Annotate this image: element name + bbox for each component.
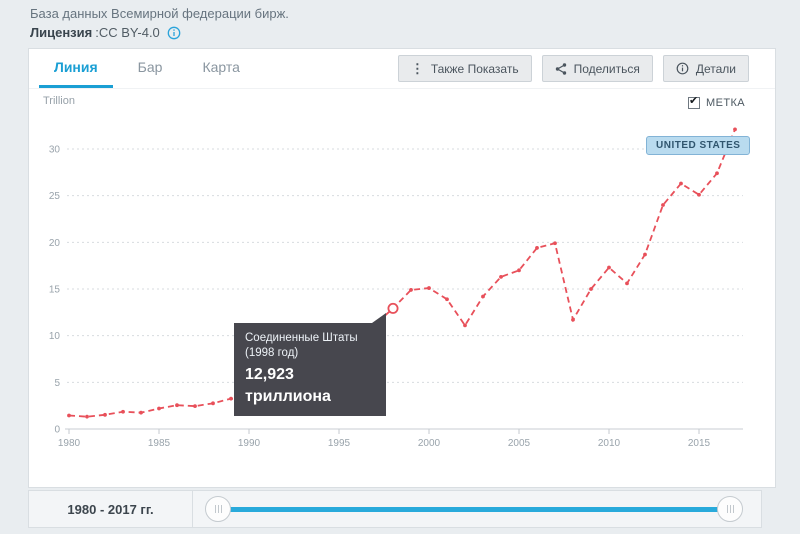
data-point-1980: [67, 413, 71, 418]
tooltip-year: (1998 год): [245, 347, 299, 359]
license-value: :CC BY-4.0: [95, 25, 160, 40]
chart-panel: Линия Бар Карта ⋮ Также Показать Поделит…: [28, 48, 776, 488]
data-point-2011: [625, 281, 629, 286]
data-point-2006: [535, 246, 539, 250]
tab-bar: Линия Бар Карта ⋮ Также Показать Поделит…: [29, 49, 775, 89]
data-point-2009: [589, 287, 593, 291]
data-point-2015: [697, 192, 701, 197]
share-button[interactable]: Поделиться: [541, 55, 653, 82]
details-button[interactable]: Детали: [662, 55, 749, 82]
tooltip-value: 12,923: [245, 366, 294, 383]
x-tick-label: 1990: [238, 438, 261, 449]
y-tick-label: 15: [49, 285, 61, 296]
y-tick-label: 30: [49, 145, 61, 156]
y-tick-label: 20: [49, 238, 61, 249]
data-point-1986: [175, 403, 179, 408]
tooltip-country: Соединенные Штаты: [245, 332, 358, 344]
slider-handle-left[interactable]: [205, 496, 231, 522]
tooltip-unit: триллиона: [245, 388, 331, 405]
tab-bar-chart[interactable]: Бар: [123, 49, 178, 88]
also-show-label: Также Показать: [430, 61, 519, 76]
data-point-2007: [553, 241, 557, 246]
x-tick-label: 1985: [148, 438, 171, 449]
data-point-2014: [679, 181, 683, 186]
share-icon: [555, 62, 567, 75]
x-tick-label: 1980: [58, 438, 81, 449]
data-point-2016: [715, 171, 719, 176]
data-point-1982: [103, 412, 107, 417]
details-label: Детали: [695, 61, 736, 76]
x-tick-label: 2000: [418, 438, 441, 449]
also-show-button[interactable]: ⋮ Также Показать: [397, 55, 532, 82]
data-point-2010: [607, 265, 611, 270]
data-point-highlight-1998[interactable]: [387, 302, 399, 314]
info-icon: [676, 62, 689, 75]
data-point-1985: [157, 406, 161, 411]
data-point-2000: [427, 286, 431, 290]
more-vertical-icon: ⋮: [410, 60, 424, 76]
data-point-1984: [139, 410, 143, 415]
data-point-2002: [463, 323, 467, 328]
toolbar: ⋮ Также Показать Поделиться Детали: [397, 49, 775, 88]
tooltip-arrow: [372, 313, 386, 323]
time-range-bar: 1980 - 2017 гг.: [28, 490, 762, 528]
source-title: База данных Всемирной федерации бирж.: [30, 6, 289, 21]
y-tick-label: 5: [54, 378, 60, 389]
tab-line[interactable]: Линия: [39, 49, 113, 88]
license-line: Лицензия :CC BY-4.0: [30, 25, 289, 40]
data-point-2004: [499, 274, 503, 279]
data-point-1987: [193, 404, 197, 409]
x-tick-label: 1995: [328, 438, 351, 449]
y-tick-label: 10: [49, 331, 61, 342]
series-line-united-states: [68, 129, 736, 418]
share-label: Поделиться: [573, 61, 640, 76]
y-tick-label: 0: [54, 425, 60, 436]
data-point-2017: [733, 127, 737, 132]
source-header: База данных Всемирной федерации бирж. Ли…: [30, 6, 289, 40]
data-point-2008: [571, 317, 575, 322]
range-label: 1980 - 2017 гг.: [29, 491, 193, 527]
data-point-1989: [229, 396, 233, 401]
y-tick-label: 25: [49, 191, 61, 202]
license-label: Лицензия: [30, 25, 93, 40]
x-tick-label: 2010: [598, 438, 621, 449]
data-point-2012: [643, 252, 647, 257]
data-point-1981: [85, 414, 89, 419]
slider-handle-right[interactable]: [717, 496, 743, 522]
chart-area: Trillion ✔ МЕТКА 0 5 10 15 20 25 30 1980 1985 199…: [29, 89, 775, 487]
data-point-2001: [445, 297, 449, 302]
range-slider[interactable]: [193, 491, 761, 527]
data-point-1988: [211, 401, 215, 406]
data-point-2005: [517, 268, 521, 273]
data-point-1999: [409, 288, 413, 292]
slider-track[interactable]: [218, 507, 730, 512]
data-point-1983: [121, 409, 125, 414]
license-info-icon[interactable]: [167, 26, 181, 40]
data-point-2013: [661, 203, 665, 207]
tab-map[interactable]: Карта: [187, 49, 254, 88]
x-tick-label: 2015: [688, 438, 711, 449]
x-tick-label: 2005: [508, 438, 531, 449]
data-point-2003: [481, 294, 485, 299]
series-flag-united-states[interactable]: UNITED STATES: [646, 136, 751, 155]
chart-tooltip: Соединенные Штаты (1998 год) 12,923 трил…: [234, 313, 386, 416]
